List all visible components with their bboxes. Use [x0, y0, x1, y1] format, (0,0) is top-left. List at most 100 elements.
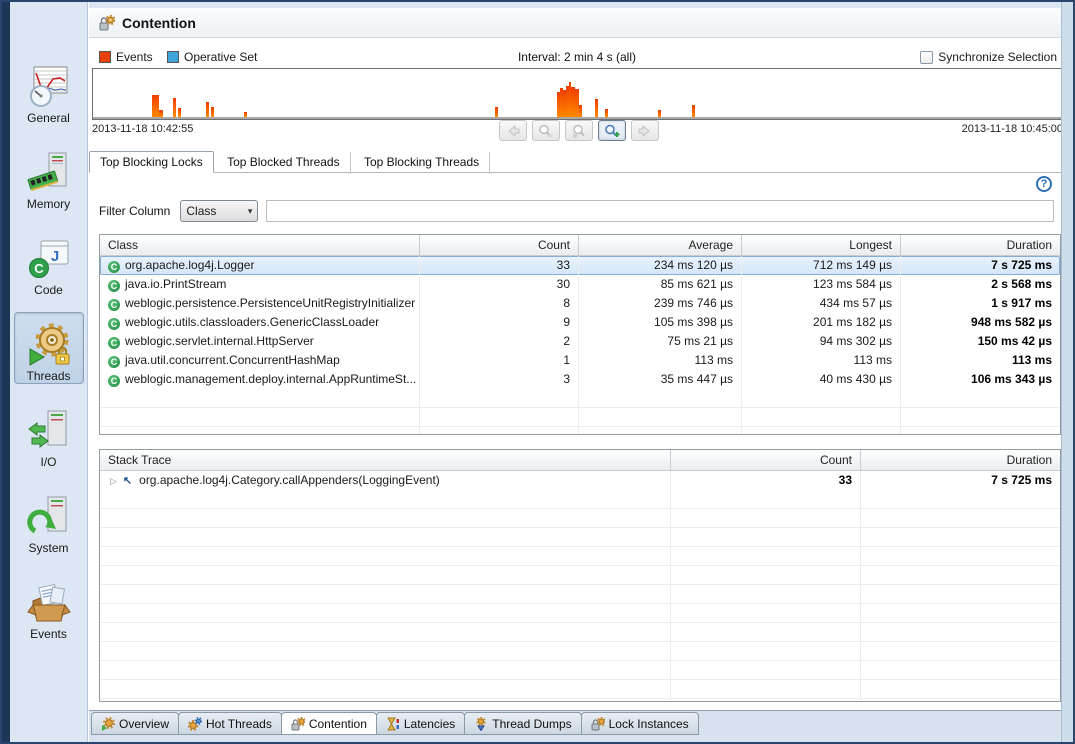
- bottom-tab-lock-instances[interactable]: Lock Instances: [581, 712, 699, 735]
- average-cell: 85 ms 621 µs: [579, 275, 742, 294]
- count-cell: 1: [420, 351, 579, 370]
- events-swatch: [99, 51, 111, 63]
- synchronize-selection[interactable]: Synchronize Selection: [920, 48, 1057, 66]
- sidebar-item-threads[interactable]: Threads: [14, 312, 84, 384]
- zoom-controls: [499, 120, 659, 141]
- nav-forward-button[interactable]: [631, 120, 659, 141]
- zoom-selection-button[interactable]: [565, 120, 593, 141]
- column-header-class[interactable]: Class: [100, 235, 420, 255]
- column-header-duration[interactable]: Duration: [901, 235, 1060, 255]
- filter-column-value: Class: [186, 204, 247, 218]
- bottom-tab-label: Latencies: [404, 717, 455, 731]
- bottom-tab-thread-dumps[interactable]: Thread Dumps: [464, 712, 581, 735]
- sidebar-label: Memory: [27, 197, 70, 211]
- bottom-tab-latencies[interactable]: Latencies: [376, 712, 465, 735]
- sidebar-item-io[interactable]: I/O: [14, 398, 84, 470]
- sidebar-label: General: [27, 111, 70, 125]
- filter-column-select[interactable]: Class ▾: [180, 200, 258, 222]
- zoom-in-button[interactable]: [598, 120, 626, 141]
- column-header-average[interactable]: Average: [579, 235, 742, 255]
- sidebar-item-code[interactable]: J C Code: [14, 226, 84, 298]
- bottom-tab-label: Thread Dumps: [492, 717, 571, 731]
- sidebar-label: Events: [30, 627, 67, 641]
- column-header-duration[interactable]: Duration: [861, 450, 1060, 470]
- duration-cell: 113 ms: [901, 351, 1060, 370]
- synchronize-label: Synchronize Selection: [938, 50, 1057, 64]
- average-cell: 239 ms 746 µs: [579, 294, 742, 313]
- class-cell: Cjava.util.concurrent.ConcurrentHashMap: [100, 351, 420, 370]
- stack-trace-row[interactable]: ▷↖org.apache.log4j.Category.callAppender…: [100, 471, 1060, 490]
- column-header-count[interactable]: Count: [671, 450, 861, 470]
- sidebar-label: Threads: [26, 369, 70, 383]
- nav-back-button[interactable]: [499, 120, 527, 141]
- sidebar-item-general[interactable]: General: [14, 54, 84, 126]
- svg-text:C: C: [34, 261, 44, 276]
- filter-text-input[interactable]: [266, 200, 1054, 222]
- event-bar: [178, 108, 181, 117]
- lock-table-row[interactable]: Cweblogic.servlet.internal.HttpServer275…: [100, 332, 1060, 351]
- tab-top-blocking-threads[interactable]: Top Blocking Threads: [354, 152, 490, 174]
- duration-cell: 106 ms 343 µs: [901, 370, 1060, 389]
- class-cell: Cweblogic.management.deploy.internal.App…: [100, 370, 420, 389]
- class-icon: C: [108, 375, 120, 387]
- sidebar-item-events[interactable]: Events: [14, 570, 84, 642]
- sidebar-item-memory[interactable]: Memory: [14, 140, 84, 212]
- class-cell: Cweblogic.persistence.PersistenceUnitReg…: [100, 294, 420, 313]
- tab-top-blocked-threads[interactable]: Top Blocked Threads: [217, 152, 351, 174]
- events-box-icon: [27, 581, 71, 625]
- locks-table: Class Count Average Longest Duration Cor…: [99, 234, 1061, 435]
- timeline-bars: [93, 69, 1062, 117]
- duration-cell: 948 ms 582 µs: [901, 313, 1060, 332]
- column-header-stack-trace[interactable]: Stack Trace: [100, 450, 671, 470]
- threads-gear-lock-icon: [27, 323, 71, 367]
- chart-toolbar: Events Operative Set Interval: 2 min 4 s…: [89, 48, 1065, 66]
- code-class-icon: J C: [27, 237, 71, 281]
- filter-bar: Filter Column Class ▾: [99, 199, 1061, 223]
- lock-table-row[interactable]: Cjava.io.PrintStream3085 ms 621 µs123 ms…: [100, 275, 1060, 294]
- class-icon: C: [108, 280, 120, 292]
- lock-table-row[interactable]: Corg.apache.log4j.Logger33234 ms 120 µs7…: [100, 256, 1060, 275]
- longest-cell: 712 ms 149 µs: [742, 256, 901, 275]
- expand-arrow-icon[interactable]: ▷: [110, 476, 117, 486]
- help-icon[interactable]: ?: [1036, 176, 1052, 192]
- column-header-count[interactable]: Count: [420, 235, 579, 255]
- hot-threads-tab-icon: [188, 717, 202, 731]
- synchronize-checkbox[interactable]: [920, 51, 933, 64]
- lock-table-row[interactable]: Cjava.util.concurrent.ConcurrentHashMap1…: [100, 351, 1060, 370]
- zoom-selection-icon: [571, 124, 587, 138]
- timeline-chart[interactable]: [92, 68, 1063, 120]
- sidebar-item-system[interactable]: System: [14, 484, 84, 556]
- lock-table-row[interactable]: Cweblogic.management.deploy.internal.App…: [100, 370, 1060, 389]
- lock-table-row[interactable]: Cweblogic.utils.classloaders.GenericClas…: [100, 313, 1060, 332]
- average-cell: 113 ms: [579, 351, 742, 370]
- legend-operative-set[interactable]: Operative Set: [167, 48, 257, 66]
- duration-cell: 150 ms 42 µs: [901, 332, 1060, 351]
- zoom-out-button[interactable]: [532, 120, 560, 141]
- event-bar: [692, 105, 695, 117]
- general-chart-gauge-icon: [27, 65, 71, 109]
- contention-lock-gear-icon: [99, 15, 115, 31]
- average-cell: 75 ms 21 µs: [579, 332, 742, 351]
- thread-dumps-tab-icon: [474, 717, 488, 731]
- column-header-longest[interactable]: Longest: [742, 235, 901, 255]
- latencies-tab-icon: [386, 717, 400, 731]
- legend-events[interactable]: Events: [99, 48, 153, 66]
- event-bar: [605, 109, 608, 117]
- locks-table-header: Class Count Average Longest Duration: [100, 235, 1060, 256]
- class-cell: Cweblogic.servlet.internal.HttpServer: [100, 332, 420, 351]
- lock-table-row[interactable]: Cweblogic.persistence.PersistenceUnitReg…: [100, 294, 1060, 313]
- duration-cell: 2 s 568 ms: [901, 275, 1060, 294]
- duration-cell: 7 s 725 ms: [901, 256, 1060, 275]
- vertical-scrollbar[interactable]: [1061, 2, 1073, 742]
- tab-top-blocking-locks[interactable]: Top Blocking Locks: [89, 151, 214, 173]
- bottom-tab-hot-threads[interactable]: Hot Threads: [178, 712, 282, 735]
- lock-instances-tab-icon: [591, 717, 605, 731]
- system-refresh-server-icon: [27, 495, 71, 539]
- class-cell: Cweblogic.utils.classloaders.GenericClas…: [100, 313, 420, 332]
- bottom-tab-contention[interactable]: Contention: [281, 712, 377, 735]
- stack-trace-table: Stack Trace Count Duration ▷↖org.apache.…: [99, 449, 1061, 702]
- longest-cell: 113 ms: [742, 351, 901, 370]
- operative-set-swatch: [167, 51, 179, 63]
- stack-table-empty-area: [100, 490, 1060, 701]
- bottom-tab-overview[interactable]: Overview: [91, 712, 179, 735]
